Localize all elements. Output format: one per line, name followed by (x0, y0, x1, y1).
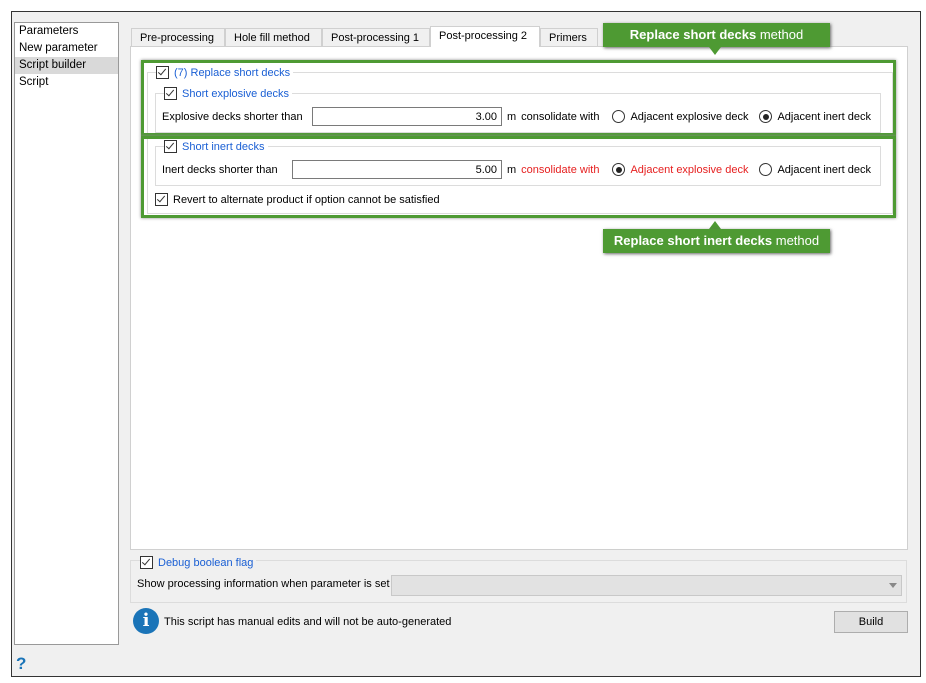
info-icon: i (133, 608, 159, 634)
help-icon[interactable]: ? (16, 654, 26, 674)
callout-arrow (709, 47, 721, 55)
sidebar-item-parameters[interactable]: Parameters (15, 23, 118, 40)
build-button[interactable]: Build (834, 611, 908, 633)
tab-pre-processing[interactable]: Pre-processing (131, 28, 225, 46)
tab-hole-fill-method[interactable]: Hole fill method (225, 28, 322, 46)
chevron-down-icon (889, 583, 897, 588)
sidebar-item-script[interactable]: Script (15, 74, 118, 91)
sidebar-item-script-builder[interactable]: Script builder (15, 57, 118, 74)
callout-replace-short-decks: Replace short decks method (603, 23, 830, 47)
checkbox-icon (140, 556, 153, 569)
debug-parameter-dropdown[interactable] (391, 575, 902, 596)
tab-post-processing-1[interactable]: Post-processing 1 (322, 28, 430, 46)
highlight-box-inert (141, 136, 896, 218)
sidebar-item-new-parameter[interactable]: New parameter (15, 40, 118, 57)
tab-post-processing-2[interactable]: Post-processing 2 (430, 26, 540, 47)
highlight-box-explosive (141, 60, 896, 136)
debug-checkbox[interactable]: Debug boolean flag (140, 556, 257, 569)
sidebar-list: Parameters New parameter Script builder … (14, 22, 119, 645)
callout-replace-short-inert-decks: Replace short inert decks method (603, 229, 830, 253)
tab-primers[interactable]: Primers (540, 28, 598, 46)
debug-field-label: Show processing information when paramet… (137, 578, 390, 590)
info-message: This script has manual edits and will no… (164, 616, 452, 628)
debug-label: Debug boolean flag (158, 556, 254, 569)
callout-arrow (709, 221, 721, 229)
